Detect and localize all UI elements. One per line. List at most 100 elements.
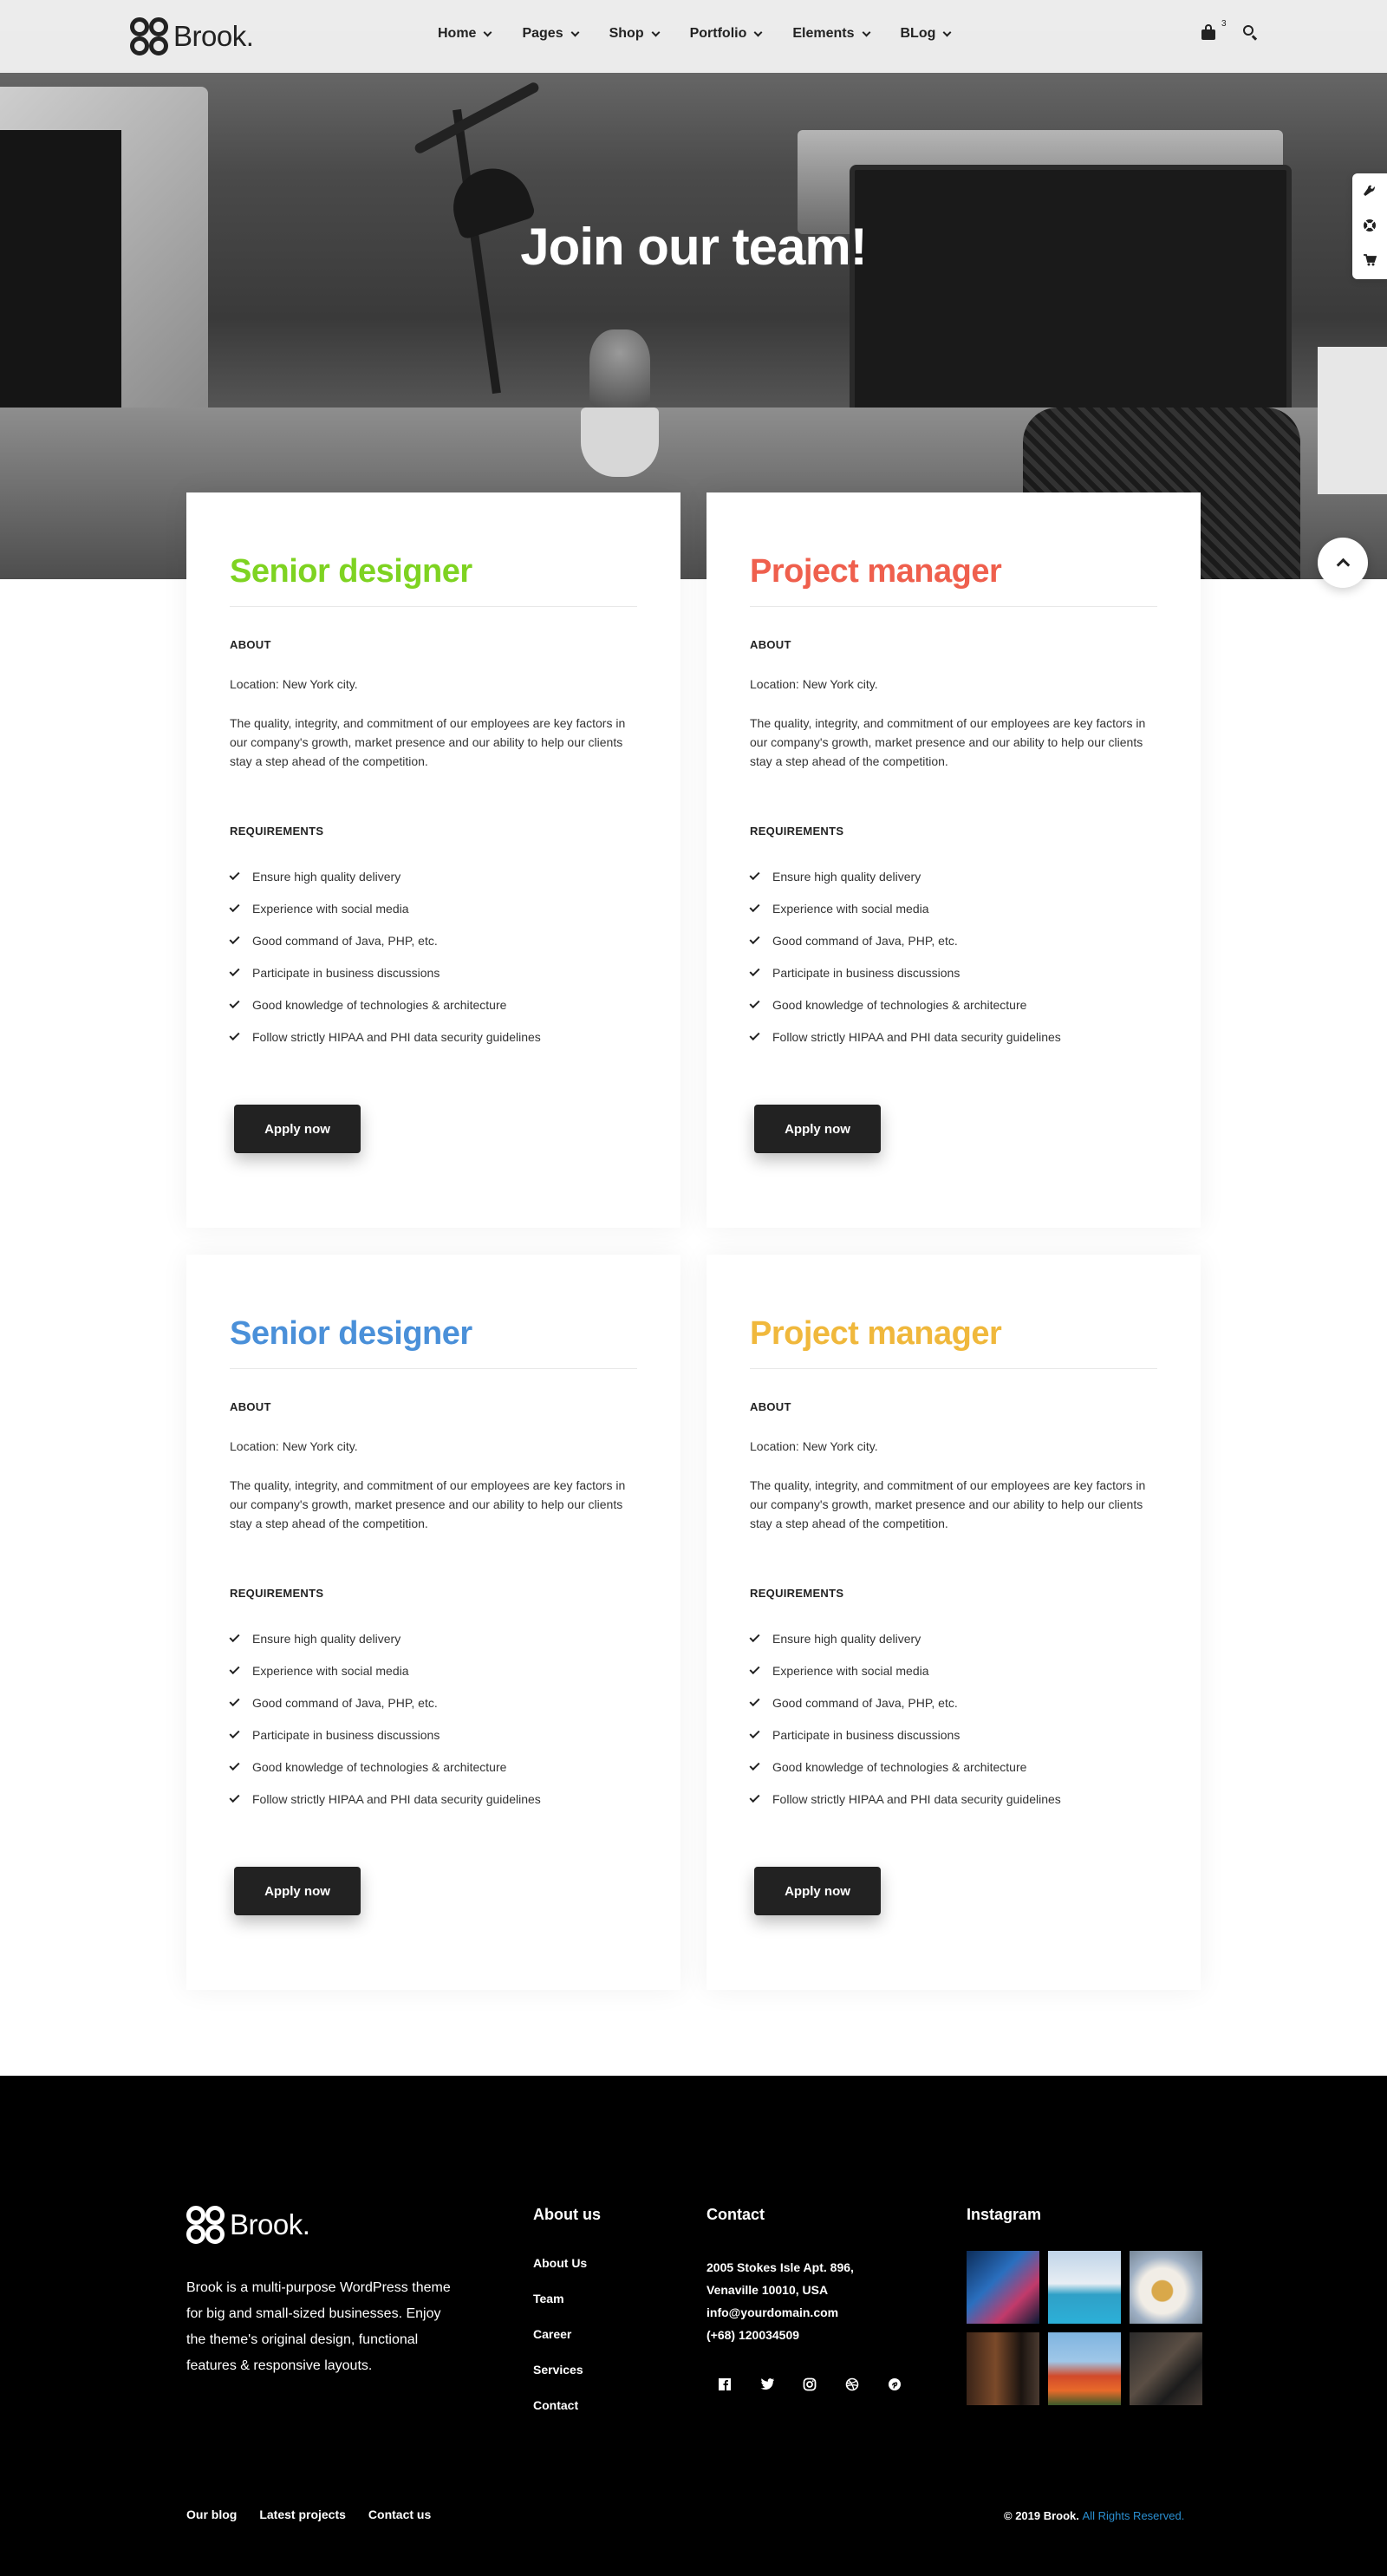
cart-icon[interactable] — [1352, 243, 1387, 277]
search-icon[interactable] — [1242, 24, 1258, 41]
instagram-photo[interactable] — [1048, 2332, 1121, 2405]
chevron-down-icon — [484, 28, 492, 36]
footer-link-about-us[interactable]: About Us — [533, 2256, 587, 2292]
job-description: The quality, integrity, and commitment o… — [750, 716, 1146, 768]
job-title: Senior designer — [230, 553, 472, 590]
requirements-heading: REQUIREMENTS — [750, 825, 844, 838]
requirement-text: Good command of Java, PHP, etc. — [772, 933, 958, 948]
nav-item-portfolio[interactable]: Portfolio — [689, 26, 763, 42]
nav-label: Portfolio — [689, 26, 747, 41]
check-icon — [229, 1727, 240, 1738]
wrench-icon[interactable] — [1352, 173, 1387, 208]
instagram-photo[interactable] — [967, 2332, 1039, 2405]
instagram-photo[interactable] — [1130, 2332, 1202, 2405]
job-description: The quality, integrity, and commitment o… — [230, 1478, 626, 1530]
footer-link-services[interactable]: Services — [533, 2363, 587, 2398]
footer-phone[interactable]: (+68) 120034509 — [707, 2324, 854, 2346]
support-icon[interactable] — [1352, 208, 1387, 243]
job-card: Project manager ABOUT Location: New York c… — [707, 492, 1201, 1228]
apply-now-button[interactable]: Apply now — [234, 1105, 361, 1153]
job-card: Project manager ABOUT Location: New York c… — [707, 1255, 1201, 1990]
requirements-list: Ensure high quality delivery Experience w… — [749, 1622, 1157, 1815]
requirement-item: Experience with social media — [229, 892, 637, 924]
hero-monitor-right — [850, 165, 1292, 434]
requirement-item: Participate in business discussions — [229, 956, 637, 988]
scroll-to-top-button[interactable] — [1318, 538, 1368, 588]
apply-now-button[interactable]: Apply now — [754, 1105, 881, 1153]
nav-item-pages[interactable]: Pages — [522, 26, 580, 42]
check-icon — [229, 1663, 240, 1674]
instagram-photo[interactable] — [1130, 2251, 1202, 2324]
requirement-text: Follow strictly HIPAA and PHI data secur… — [252, 1029, 541, 1044]
cart-count-badge: 3 — [1221, 19, 1227, 29]
footer-link-team[interactable]: Team — [533, 2292, 587, 2327]
requirement-item: Experience with social media — [229, 1654, 637, 1686]
requirement-text: Experience with social media — [252, 1663, 409, 1678]
brook-logo-icon — [130, 17, 168, 55]
nav-label: Home — [438, 26, 477, 41]
footer-link-our-blog[interactable]: Our blog — [186, 2508, 237, 2521]
job-location: Location: New York city. — [230, 677, 358, 691]
hero-pot — [581, 408, 659, 477]
requirement-item: Ensure high quality delivery — [229, 860, 637, 892]
brook-logo-icon — [186, 2206, 225, 2244]
side-toolbar — [1352, 173, 1387, 279]
requirement-text: Follow strictly HIPAA and PHI data secur… — [772, 1791, 1061, 1806]
apply-now-button[interactable]: Apply now — [754, 1867, 881, 1915]
check-icon — [749, 933, 760, 944]
footer-address-line2: Venaville 10010, USA — [707, 2283, 829, 2297]
requirement-item: Good command of Java, PHP, etc. — [749, 924, 1157, 956]
nav-label: Shop — [609, 26, 644, 41]
requirements-heading: REQUIREMENTS — [750, 1587, 844, 1600]
twitter-icon[interactable] — [758, 2375, 777, 2394]
requirement-item: Follow strictly HIPAA and PHI data secur… — [229, 1021, 637, 1053]
instagram-icon[interactable] — [800, 2375, 819, 2394]
about-heading: ABOUT — [750, 638, 791, 651]
site-logo[interactable]: Brook. — [130, 17, 254, 55]
instagram-photo[interactable] — [1048, 2251, 1121, 2324]
footer-link-career[interactable]: Career — [533, 2327, 587, 2363]
footer-link-contact[interactable]: Contact — [533, 2398, 587, 2434]
check-icon — [749, 869, 760, 880]
requirement-text: Good command of Java, PHP, etc. — [252, 1695, 438, 1710]
requirements-heading: REQUIREMENTS — [230, 825, 324, 838]
footer-contact-title: Contact — [707, 2206, 765, 2223]
hero-plant — [589, 329, 650, 408]
footer-social-links — [715, 2375, 928, 2394]
hero-title: Join our team! — [520, 218, 867, 276]
footer-link-latest-projects[interactable]: Latest projects — [259, 2508, 346, 2521]
copyright: © 2019 Brook. All Rights Reserved. — [1004, 2509, 1184, 2522]
requirement-text: Participate in business discussions — [772, 1727, 960, 1742]
nav-item-home[interactable]: Home — [438, 26, 492, 42]
footer-link-contact-us[interactable]: Contact us — [368, 2508, 431, 2521]
facebook-icon[interactable] — [715, 2375, 734, 2394]
nav-item-blog[interactable]: BLog — [901, 26, 952, 42]
footer-logo[interactable]: Brook. — [186, 2206, 310, 2244]
check-icon — [749, 997, 760, 1008]
copyright-text: © 2019 Brook. — [1004, 2509, 1079, 2522]
check-icon — [229, 965, 240, 976]
requirement-text: Participate in business discussions — [252, 1727, 440, 1742]
nav-item-elements[interactable]: Elements — [792, 26, 870, 42]
chevron-down-icon — [862, 28, 870, 36]
chevron-down-icon — [570, 28, 580, 36]
requirement-item: Good knowledge of technologies & archite… — [749, 1751, 1157, 1783]
job-title: Senior designer — [230, 1315, 472, 1352]
instagram-photo[interactable] — [967, 2251, 1039, 2324]
requirement-text: Good command of Java, PHP, etc. — [772, 1695, 958, 1710]
check-icon — [749, 1631, 760, 1642]
pinterest-icon[interactable] — [885, 2375, 904, 2394]
requirement-text: Ensure high quality delivery — [252, 869, 401, 884]
dribbble-icon[interactable] — [843, 2375, 862, 2394]
nav-item-shop[interactable]: Shop — [609, 26, 661, 42]
divider — [230, 606, 637, 607]
bag-icon[interactable]: 3 — [1201, 19, 1227, 40]
requirement-text: Ensure high quality delivery — [252, 1631, 401, 1646]
check-icon — [229, 1791, 240, 1803]
site-header: Brook. Home Pages Shop Portfolio Element… — [0, 0, 1387, 73]
footer-email[interactable]: info@yourdomain.com — [707, 2301, 854, 2324]
about-heading: ABOUT — [230, 1400, 271, 1413]
chevron-down-icon — [651, 28, 661, 36]
apply-now-button[interactable]: Apply now — [234, 1867, 361, 1915]
requirement-text: Experience with social media — [772, 901, 929, 916]
